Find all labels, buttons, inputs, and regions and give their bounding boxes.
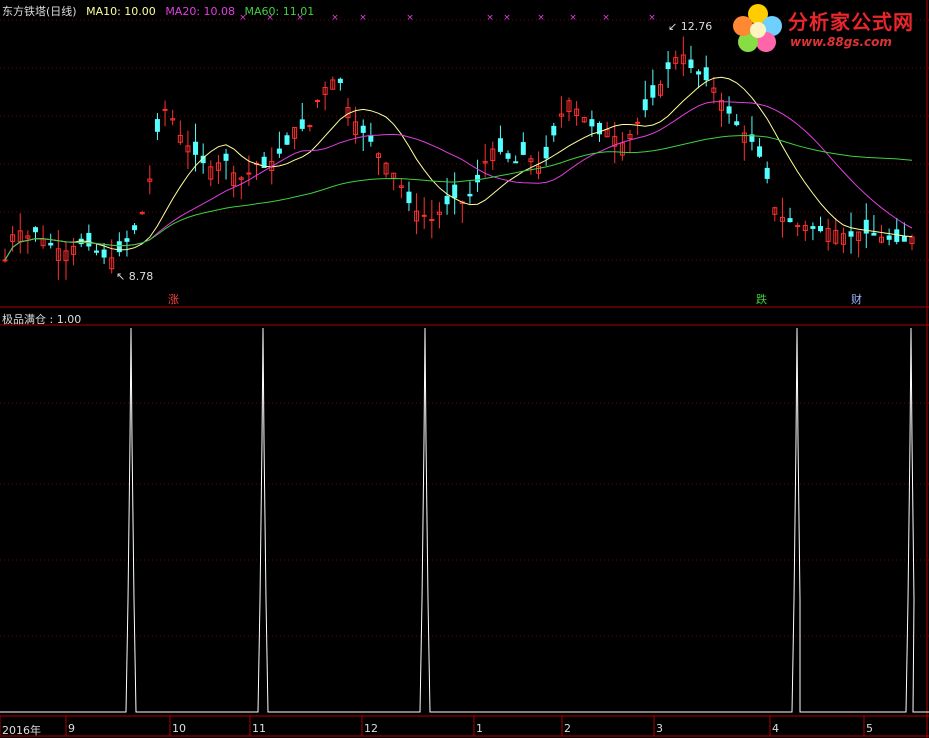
candle-body	[93, 250, 99, 253]
candle-body	[642, 99, 648, 111]
candle-body	[726, 106, 732, 114]
low-price-label: ↖ 8.78	[116, 270, 153, 283]
candle-body	[421, 214, 427, 217]
candle-body	[635, 121, 641, 124]
candle-body	[444, 195, 450, 205]
x-tick-label: 9	[68, 722, 75, 735]
candle-body	[665, 62, 671, 70]
candle-body	[452, 184, 458, 199]
candle-body	[475, 174, 481, 183]
ma60-label: MA60: 11.01	[244, 5, 315, 18]
ma10-label: MA10: 10.00	[86, 5, 156, 18]
indicator-line	[0, 327, 929, 713]
candle-body	[162, 108, 168, 111]
candle-body	[703, 67, 709, 81]
candle-body	[284, 135, 290, 145]
candle-body	[757, 146, 763, 157]
x-tick-label: 11	[252, 722, 266, 735]
candle-body	[101, 249, 107, 258]
candle-body	[551, 125, 557, 136]
candle-body	[360, 125, 366, 133]
candle-body	[48, 242, 54, 246]
candle-body	[787, 218, 793, 223]
indicator-header: 极品满仓 : 1.00	[2, 313, 82, 326]
x-tick-label: 1	[476, 722, 483, 735]
candle-body	[497, 138, 503, 152]
high-price-label: ↙ 12.76	[668, 20, 712, 33]
candle-body	[406, 191, 412, 204]
candle-body	[901, 236, 907, 242]
candle-body	[154, 119, 160, 132]
x-tick-label: 2	[564, 722, 571, 735]
candle-body	[863, 219, 869, 234]
candle-body	[2, 259, 8, 262]
ma20-label: MA20: 10.08	[165, 5, 236, 18]
candle-body	[193, 141, 199, 155]
top-marker: ×	[359, 13, 367, 23]
candle-body	[368, 135, 374, 142]
stock-title: 东方铁塔(日线)	[2, 5, 77, 18]
candle-body	[894, 229, 900, 242]
top-marker: ×	[648, 13, 656, 23]
candle-body	[871, 232, 877, 236]
moving-averages	[4, 76, 913, 261]
x-tick-label: 5	[866, 722, 873, 735]
candle-body	[337, 78, 343, 83]
x-tick-label: 10	[172, 722, 186, 735]
candle-body	[734, 121, 740, 126]
ma10-line	[4, 76, 913, 261]
candle-body	[650, 85, 656, 98]
candle-body	[886, 235, 892, 240]
candle-body	[276, 148, 282, 154]
candle-body	[513, 161, 519, 164]
grid-lines	[0, 0, 929, 738]
candle-body	[467, 193, 473, 197]
x-tick-label: 12	[364, 722, 378, 735]
candle-body	[505, 153, 511, 159]
candle-body	[32, 227, 38, 233]
candle-body	[810, 226, 816, 229]
logo-url: www.88gs.com	[790, 35, 892, 49]
flower-logo-icon	[733, 4, 782, 52]
candle-body	[223, 153, 229, 161]
candle-body	[764, 167, 770, 179]
x-tick-label: 2016年	[2, 724, 41, 737]
top-marker: ×	[537, 13, 545, 23]
top-marker: ×	[503, 13, 511, 23]
candle-body	[688, 59, 694, 69]
rise-mark: 涨	[168, 293, 179, 306]
candle-body	[848, 231, 854, 237]
ma20-line	[4, 101, 913, 261]
candle-body	[124, 238, 130, 242]
top-marker: ×	[569, 13, 577, 23]
candle-body	[307, 125, 313, 128]
x-tick-label: 4	[772, 722, 779, 735]
chart-canvas: × × × × × × × × × × × ×↙ 12.76↖ 8.78涨跌财	[0, 0, 929, 738]
logo-title: 分析家公式网	[788, 10, 914, 34]
candle-body	[818, 225, 824, 232]
candle-body	[589, 119, 595, 127]
fall-mark: 跌	[756, 292, 767, 306]
candle-body	[795, 225, 801, 228]
indicator-signal	[0, 327, 929, 713]
top-marker: ×	[486, 13, 494, 23]
top-marker: ×	[602, 13, 610, 23]
x-tick-label: 3	[656, 722, 663, 735]
ma60-line	[4, 134, 913, 261]
candle-body	[86, 232, 92, 247]
site-logo: 分析家公式网 www.88gs.com	[730, 2, 925, 54]
candle-body	[696, 71, 702, 75]
candle-body	[299, 119, 305, 129]
top-marker: ×	[406, 13, 414, 23]
candle-body	[314, 99, 320, 102]
candle-body	[132, 225, 138, 231]
top-marker: ×	[331, 13, 339, 23]
chart-header: 东方铁塔(日线) MA10: 10.00 MA20: 10.08 MA60: 1…	[2, 3, 320, 19]
candle-body	[543, 146, 549, 159]
candle-body	[520, 142, 526, 155]
finance-mark: 财	[851, 292, 862, 306]
